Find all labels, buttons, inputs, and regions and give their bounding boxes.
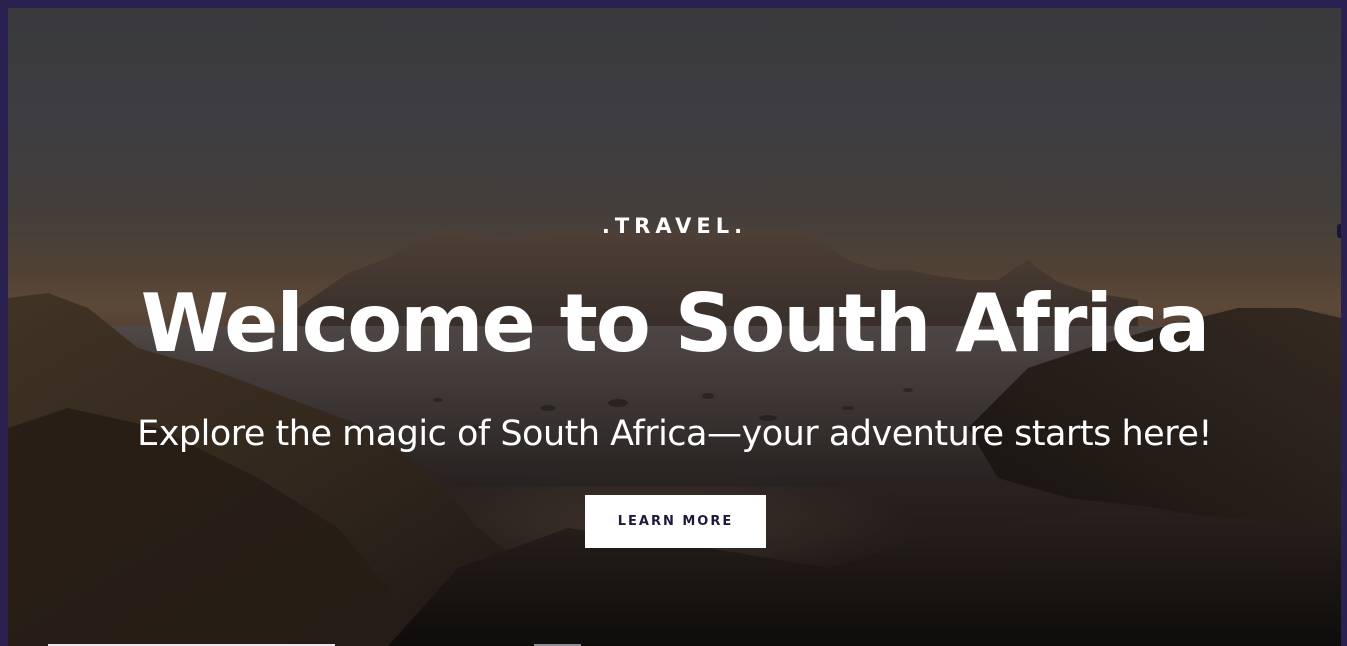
hero-section: .TRAVEL. Welcome to South Africa Explore… (8, 8, 1341, 646)
hero-title: Welcome to South Africa (140, 277, 1211, 370)
scroll-handle[interactable] (1337, 224, 1341, 238)
hero-subtitle: Explore the magic of South Africa—your a… (137, 414, 1212, 454)
learn-more-button[interactable]: LEARN MORE (585, 495, 766, 548)
hero-kicker: .TRAVEL. (601, 214, 748, 238)
page-frame: .TRAVEL. Welcome to South Africa Explore… (0, 0, 1347, 646)
hero-content: .TRAVEL. Welcome to South Africa Explore… (8, 8, 1341, 646)
